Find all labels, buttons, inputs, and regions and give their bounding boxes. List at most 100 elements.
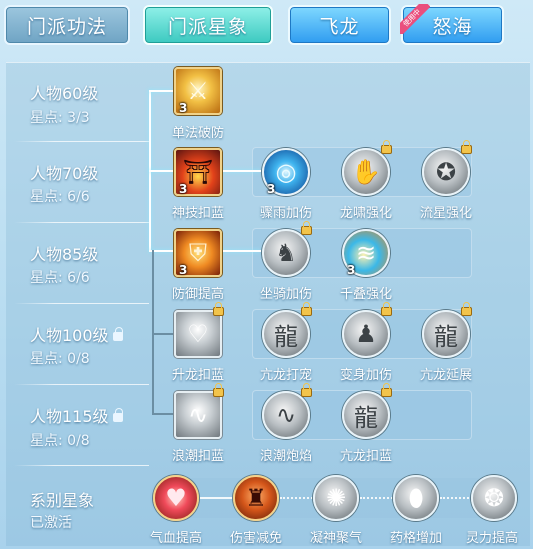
level-row-100: 人物100级: [30, 322, 123, 346]
warrior-glyph: ♜: [245, 484, 267, 512]
skill-dragon-extend[interactable]: 龍: [422, 302, 472, 358]
tide-glyph: ∿: [275, 401, 297, 429]
star-points: 星点: 6/6: [30, 270, 90, 286]
level-label: 人物85级: [30, 245, 99, 264]
skill-stack-enhance[interactable]: ≋ 3: [342, 229, 390, 277]
star-points: 星点: 0/8: [30, 433, 90, 449]
skill-count: 3: [179, 182, 188, 196]
row-connector: [221, 170, 261, 172]
in-use-badge: 使用中: [400, 4, 430, 34]
skill-name: 骤雨加伤: [259, 206, 312, 221]
spirit-glyph: ❂: [483, 484, 505, 512]
lock-icon: [213, 383, 224, 397]
skill-name: 神技扣蓝: [171, 206, 224, 221]
lock-icon: [301, 221, 312, 235]
skill-name: 亢龙打宠: [259, 368, 312, 383]
skill-name: 亢龙延展: [419, 368, 472, 383]
star-points: 星点: 6/6: [30, 189, 90, 205]
skill-count: 3: [179, 101, 188, 115]
row-divider: [14, 141, 149, 142]
aura-glyph: ✺: [325, 484, 347, 512]
dragon-glyph: 龍: [274, 322, 298, 351]
series-connector: [360, 497, 396, 499]
skill-god-drain[interactable]: ⛩ 3: [174, 148, 222, 196]
skill-count: 3: [179, 263, 188, 277]
row-divider: [14, 222, 149, 223]
row-divider: [14, 465, 149, 466]
series-focus[interactable]: ✺: [313, 475, 359, 521]
series-potion-slots[interactable]: ⬮: [393, 475, 439, 521]
tree-connector: [149, 90, 173, 92]
level-label: 人物100级: [30, 326, 109, 345]
series-damage-reduce[interactable]: ♜: [233, 475, 279, 521]
tab-sect-skills[interactable]: 门派功法: [4, 5, 130, 45]
skill-dragon-pet[interactable]: 龍: [262, 302, 312, 358]
skill-name: 防御提高: [171, 287, 224, 302]
meteor-glyph: ✪: [435, 158, 457, 186]
lock-icon: [301, 383, 312, 397]
series-item-name: 气血提高: [149, 531, 202, 546]
figure-glyph: ♟: [355, 320, 377, 348]
skill-mount-damage[interactable]: ♞: [262, 221, 312, 277]
series-item-name: 凝神聚气: [309, 531, 362, 546]
skill-name: 升龙扣蓝: [171, 368, 224, 383]
star-panel: [6, 62, 530, 546]
skill-name: 流星强化: [419, 206, 472, 221]
series-item-name: 药格增加: [389, 531, 442, 546]
claw-glyph: ✋: [351, 158, 381, 186]
lock-icon: [381, 302, 392, 316]
in-use-badge-text: 使用中: [400, 4, 430, 34]
skill-name: 单法破防: [171, 126, 224, 141]
skill-rain-damage[interactable]: ◎ 3: [262, 148, 310, 196]
lock-icon: [301, 302, 312, 316]
heart-glyph: ♥: [165, 484, 187, 512]
dragon-glyph: 龍: [434, 322, 458, 351]
heart-glyph: ♡: [187, 320, 209, 348]
skill-single-break[interactable]: ⚔ 3: [174, 67, 222, 115]
skill-name: 浪潮扣蓝: [171, 449, 224, 464]
skill-tide-flame[interactable]: ∿: [262, 383, 312, 439]
lock-icon: [112, 327, 123, 341]
series-title: 系别星象: [30, 491, 95, 510]
potion-glyph: ⬮: [408, 484, 424, 512]
skill-count: 3: [347, 263, 356, 277]
series-hp-up[interactable]: ♥: [153, 475, 199, 521]
skill-dragon-drain[interactable]: 龍: [342, 383, 392, 439]
level-label: 人物60级: [30, 84, 99, 103]
skill-dragon-roar[interactable]: ✋: [342, 140, 392, 196]
skill-name: 变身加伤: [339, 368, 392, 383]
skill-name: 坐骑加伤: [259, 287, 312, 302]
tab-sect-stars[interactable]: 门派星象: [143, 5, 273, 45]
tree-connector: [152, 333, 173, 335]
beast-glyph: ♞: [275, 239, 297, 267]
lock-icon: [381, 383, 392, 397]
level-label: 人物115级: [30, 407, 109, 426]
tree-connector: [149, 170, 173, 172]
series-connector: [198, 497, 236, 499]
skill-meteor[interactable]: ✪: [422, 140, 472, 196]
tab-nuhai-label: 怒海: [432, 15, 473, 38]
series-connector: [280, 497, 316, 499]
series-item-name: 伤害减免: [229, 531, 282, 546]
skill-transform[interactable]: ♟: [342, 302, 392, 358]
star-points: 星点: 3/3: [30, 110, 90, 126]
lock-icon: [381, 140, 392, 154]
skill-count: 3: [267, 182, 276, 196]
series-item-name: 灵力提高: [465, 531, 518, 546]
tab-bar: 门派功法 门派星象 飞龙 怒海 使用中: [0, 0, 533, 60]
skill-name: 千叠强化: [339, 287, 392, 302]
skill-tide-drain[interactable]: ∿: [174, 383, 224, 439]
row-connector: [221, 250, 261, 252]
skill-defense-up[interactable]: ⛨ 3: [174, 229, 222, 277]
lock-icon: [112, 408, 123, 422]
level-label: 人物70级: [30, 164, 99, 183]
tide-glyph: ∿: [187, 401, 209, 429]
skill-rise-dragon[interactable]: ♡: [174, 302, 224, 358]
lock-icon: [461, 140, 472, 154]
series-spirit-up[interactable]: ❂: [471, 475, 517, 521]
skill-name: 浪潮炮焰: [259, 449, 312, 464]
tree-connector: [152, 413, 173, 415]
skill-name: 亢龙扣蓝: [339, 449, 392, 464]
lock-icon: [213, 302, 224, 316]
tab-feilong[interactable]: 飞龙: [288, 5, 391, 45]
